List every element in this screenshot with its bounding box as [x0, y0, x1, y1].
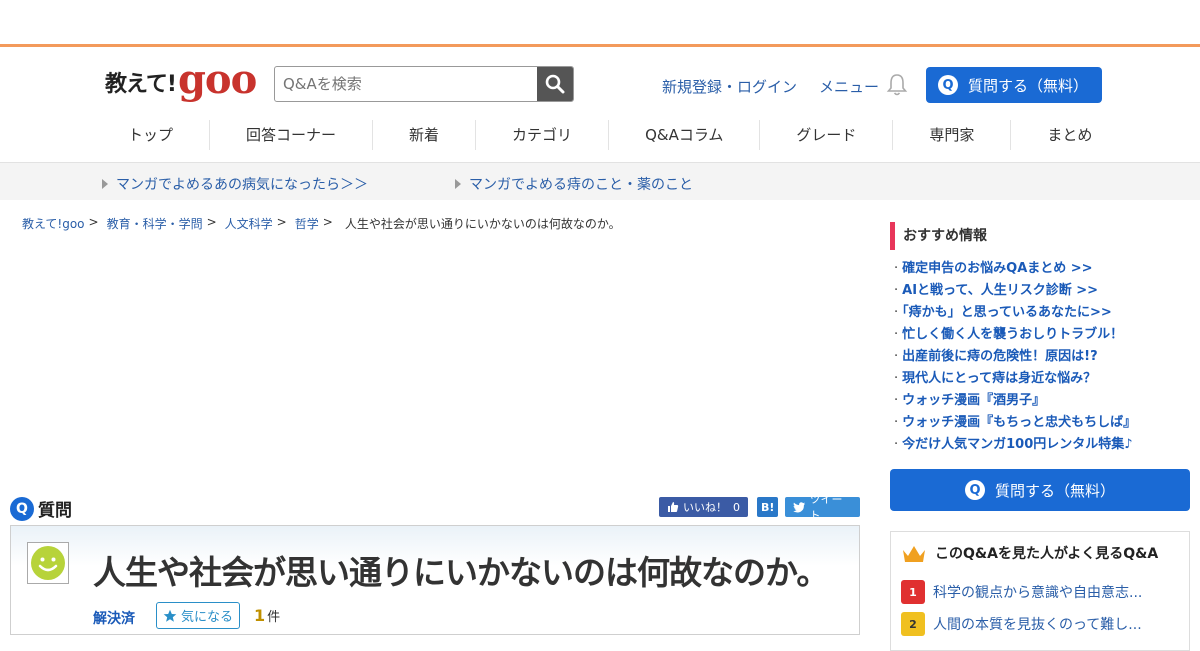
recommend-item[interactable]: · ウォッチ漫画『もちっと忠犬もちしば』 [890, 412, 1190, 434]
nav-item-summary[interactable]: まとめ [1011, 120, 1128, 150]
recommend-item[interactable]: · 「痔かも」と思っているあなたに>> [890, 302, 1190, 324]
related-qa-item[interactable]: 1 科学の観点から意識や自由意志... [901, 580, 1179, 604]
avatar[interactable] [27, 542, 69, 584]
notification-bell[interactable] [886, 73, 908, 101]
nav-item-column[interactable]: Q&Aコラム [609, 120, 761, 150]
login-link[interactable]: 新規登録・ログイン [662, 76, 797, 97]
sidebar-ask-button[interactable]: Q 質問する（無料） [890, 469, 1190, 511]
menu-link[interactable]: メニュー [819, 76, 879, 97]
watch-button[interactable]: 気になる [156, 602, 240, 629]
nav-item-top[interactable]: トップ [100, 120, 211, 150]
main-nav: トップ 回答コーナー 新着 カテゴリ Q&Aコラム グレード 専門家 まとめ [100, 120, 1128, 150]
tweet-button[interactable]: ツイート [785, 493, 860, 522]
search-icon [545, 74, 565, 94]
question-card: 人生や社会が思い通りにいかないのは何故なのか。 解決済 気になる 1件 [10, 525, 860, 635]
triangle-right-icon [102, 179, 108, 189]
recommend-title: おすすめ情報 [890, 222, 1190, 250]
q-icon: Q [964, 480, 985, 500]
sidebar: おすすめ情報 · 確定申告のお悩みQAまとめ >> · AIと戦って、人生リスク診断… [890, 222, 1190, 651]
bell-icon [886, 74, 908, 96]
recommend-item[interactable]: · ウォッチ漫画『酒男子』 [890, 390, 1190, 412]
triangle-right-icon [455, 179, 461, 189]
sidebar-ask-label: 質問する（無料） [994, 481, 1115, 500]
ask-question-button[interactable]: Q 質問する（無料） [926, 67, 1102, 103]
nav-item-answer[interactable]: 回答コーナー [210, 120, 374, 150]
question-label: 質問 [38, 501, 72, 521]
related-qa-box: このQ&Aを見た人がよく見るQ&A 1 科学の観点から意識や自由意志... 2 … [890, 531, 1190, 651]
thumbs-up-icon [668, 502, 679, 512]
header-links: 新規登録・ログイン メニュー [662, 76, 879, 97]
answer-count: 1件 [254, 606, 281, 625]
search-input[interactable] [275, 67, 537, 101]
crown-icon [903, 546, 925, 562]
question-title: 人生や社会が思い通りにいかないのは何故なのか。 [93, 553, 829, 592]
related-qa-title: このQ&Aを見た人がよく見るQ&A [935, 546, 1159, 562]
subnav-link-label: マンガでよめる痔のこと・薬のこと [469, 177, 693, 193]
recommend-item[interactable]: · 現代人にとって痔は身近な悩み？ [890, 368, 1190, 390]
breadcrumb: 教えて!goo > 教育・科学・学問 > 人文科学 > 哲学 > 人生や社会が思い通りに… [22, 215, 621, 232]
site-logo[interactable]: 教えて! goo [105, 56, 257, 103]
nav-item-expert[interactable]: 専門家 [893, 120, 1012, 150]
rank-2-icon: 2 [901, 612, 925, 636]
recommend-list: · 確定申告のお悩みQAまとめ >> · AIと戦って、人生リスク診断 >> · 「痔… [890, 258, 1190, 456]
recommend-item[interactable]: · 今だけ人気マンガ100円レンタル特集♪ [890, 434, 1190, 456]
breadcrumb-item[interactable]: 人文科学 [225, 215, 273, 232]
recommend-item[interactable]: · 忙しく働く人を襲うおしりトラブル！ [890, 324, 1190, 346]
subnav-link-disease-manga[interactable]: マンガでよめるあの病気になったら＞＞ [102, 174, 368, 194]
related-qa-header: このQ&Aを見た人がよく見るQ&A [901, 542, 1179, 564]
subnav-link-label: マンガでよめるあの病気になったら＞＞ [116, 177, 368, 193]
star-icon [163, 609, 177, 622]
nav-item-grade[interactable]: グレード [760, 120, 894, 150]
related-qa-label: 科学の観点から意識や自由意志... [933, 585, 1143, 601]
smiley-face-icon [31, 546, 65, 580]
logo-goo-text: goo [177, 56, 257, 103]
search-button[interactable] [537, 67, 573, 101]
question-section-heading: Q 質問 [10, 496, 72, 521]
sub-nav: マンガでよめるあの病気になったら＞＞ マンガでよめる痔のこと・薬のこと [0, 162, 1200, 200]
top-ad-strip [0, 0, 1200, 47]
site-header: 教えて! goo 新規登録・ログイン メニュー Q 質問する（無料） トップ 回… [0, 50, 1200, 162]
recommend-item[interactable]: · AIと戦って、人生リスク診断 >> [890, 280, 1190, 302]
breadcrumb-item[interactable]: 哲学 [295, 215, 319, 232]
recommend-item[interactable]: · 出産前後に痔の危険性！原因は!? [890, 346, 1190, 368]
breadcrumb-current: 人生や社会が思い通りにいかないのは何故なのか。 [344, 217, 621, 231]
recommend-item[interactable]: · 確定申告のお悩みQAまとめ >> [890, 258, 1190, 280]
search-box [274, 66, 574, 102]
related-qa-label: 人間の本質を見抜くのって難し... [933, 617, 1142, 633]
related-qa-item[interactable]: 2 人間の本質を見抜くのって難し... [901, 612, 1179, 636]
subnav-link-hemorrhoid-manga[interactable]: マンガでよめる痔のこと・薬のこと [455, 174, 693, 194]
ask-button-label: 質問する（無料） [968, 76, 1089, 95]
hatena-bookmark-button[interactable]: B! [757, 497, 779, 517]
nav-item-category[interactable]: カテゴリ [476, 120, 610, 150]
breadcrumb-item[interactable]: 教育・科学・学問 [107, 215, 203, 232]
rank-1-icon: 1 [901, 580, 925, 604]
twitter-bird-icon [793, 501, 806, 513]
logo-jp-text: 教えて! [105, 72, 177, 97]
facebook-like-button[interactable]: いいね！ 0 [659, 497, 748, 517]
q-icon: Q [938, 75, 958, 95]
status-badge: 解決済 [93, 611, 135, 627]
breadcrumb-item[interactable]: 教えて!goo [22, 215, 85, 232]
nav-item-new[interactable]: 新着 [373, 120, 477, 150]
q-icon: Q [10, 496, 34, 521]
